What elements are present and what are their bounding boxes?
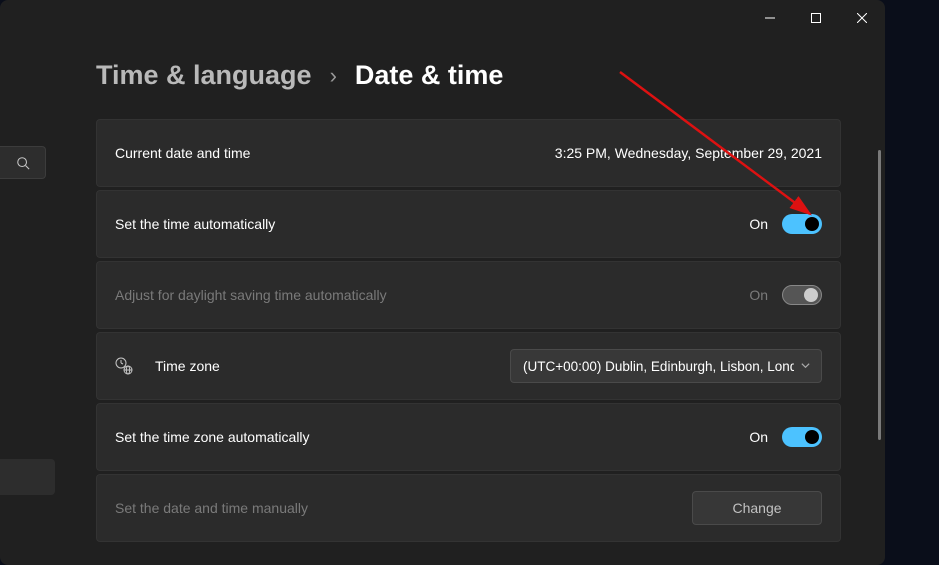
sidebar-item[interactable] [0, 459, 55, 495]
auto-timezone-toggle[interactable] [782, 427, 822, 447]
search-input[interactable] [0, 146, 46, 179]
chevron-right-icon: › [330, 63, 337, 89]
current-datetime-card: Current date and time 3:25 PM, Wednesday… [96, 119, 841, 187]
scrollbar[interactable] [878, 150, 881, 440]
maximize-button[interactable] [793, 0, 839, 36]
dst-label: Adjust for daylight saving time automati… [115, 287, 387, 303]
change-button[interactable]: Change [692, 491, 822, 525]
chevron-down-icon [800, 359, 811, 374]
breadcrumb: Time & language › Date & time [96, 60, 859, 91]
main-content: Time & language › Date & time Current da… [58, 36, 885, 565]
current-datetime-label: Current date and time [115, 145, 250, 161]
timezone-value: (UTC+00:00) Dublin, Edinburgh, Lisbon, L… [523, 359, 794, 374]
auto-timezone-card: Set the time zone automatically On [96, 403, 841, 471]
close-button[interactable] [839, 0, 885, 36]
dst-state: On [749, 287, 768, 303]
timezone-dropdown[interactable]: (UTC+00:00) Dublin, Edinburgh, Lisbon, L… [510, 349, 822, 383]
auto-timezone-label: Set the time zone automatically [115, 429, 310, 445]
dst-card: Adjust for daylight saving time automati… [96, 261, 841, 329]
breadcrumb-parent[interactable]: Time & language [96, 60, 312, 91]
sidebar [0, 36, 58, 565]
auto-time-label: Set the time automatically [115, 216, 275, 232]
auto-time-card: Set the time automatically On [96, 190, 841, 258]
globe-clock-icon [115, 357, 133, 375]
auto-time-state: On [749, 216, 768, 232]
auto-time-toggle[interactable] [782, 214, 822, 234]
timezone-card: Time zone (UTC+00:00) Dublin, Edinburgh,… [96, 332, 841, 400]
dst-toggle [782, 285, 822, 305]
titlebar [0, 0, 885, 36]
manual-datetime-card: Set the date and time manually Change [96, 474, 841, 542]
minimize-button[interactable] [747, 0, 793, 36]
manual-datetime-label: Set the date and time manually [115, 500, 308, 516]
timezone-label: Time zone [155, 358, 220, 374]
breadcrumb-current: Date & time [355, 60, 504, 91]
current-datetime-value: 3:25 PM, Wednesday, September 29, 2021 [555, 145, 822, 161]
settings-window: Time & language › Date & time Current da… [0, 0, 885, 565]
auto-timezone-state: On [749, 429, 768, 445]
search-icon [16, 156, 30, 170]
